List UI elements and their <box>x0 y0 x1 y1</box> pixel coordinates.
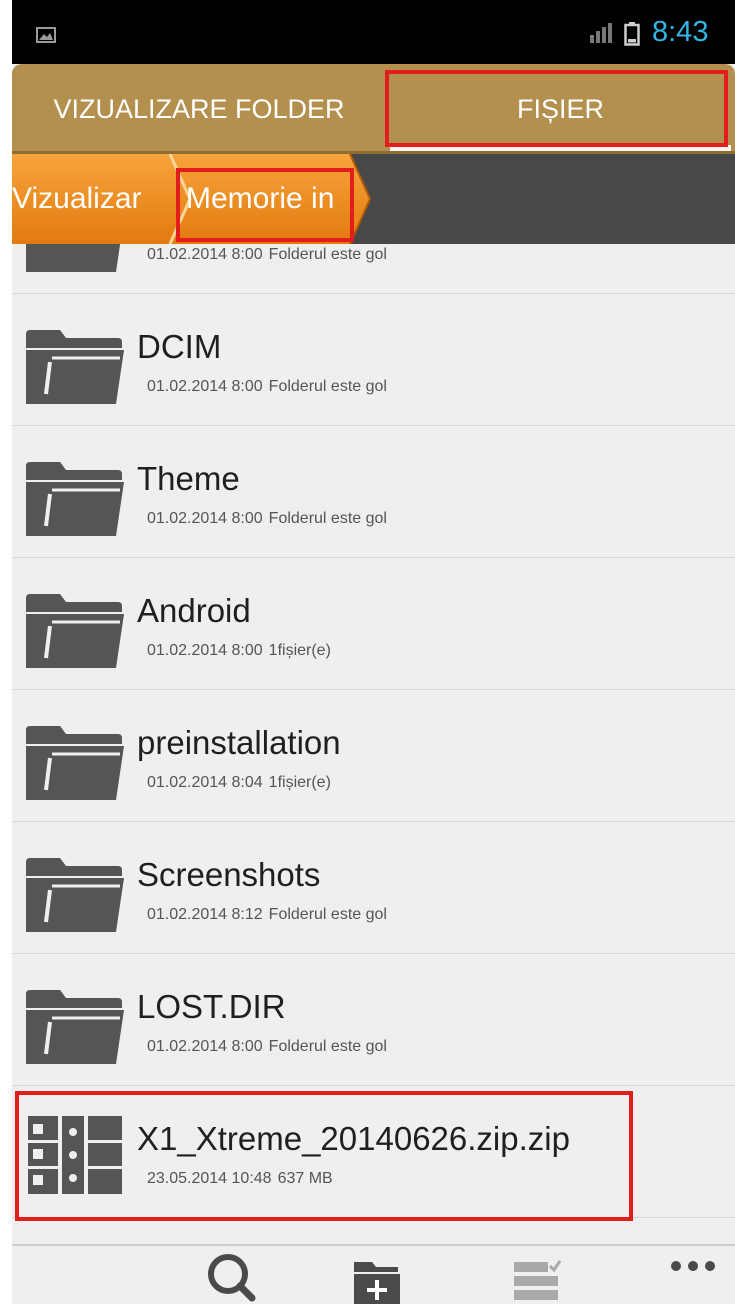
file-date: 01.02.2014 8:12 <box>147 906 263 923</box>
list-item[interactable]: Screenshots 01.02.2014 8:12 Folderul este… <box>12 822 735 954</box>
multi-select-icon[interactable] <box>512 1260 562 1304</box>
file-date: 01.02.2014 8:00 <box>147 510 263 527</box>
folder-icon <box>26 462 124 536</box>
file-date: 23.05.2014 10:48 <box>147 1170 272 1187</box>
file-info: Folderul este gol <box>268 1038 387 1055</box>
file-meta: 01.02.2014 8:00 Folderul este gol <box>147 378 387 396</box>
file-name: DCIM <box>137 328 222 365</box>
phone-screen: 8:43 VIZUALIZARE FOLDER FIȘIER Vizualiza… <box>12 0 735 1304</box>
file-date: 01.02.2014 8:00 <box>147 642 263 659</box>
file-meta: 01.02.2014 8:00 Folderul este gol <box>147 510 387 528</box>
file-info: 1fișier(e) <box>268 642 331 659</box>
file-meta: 01.02.2014 8:00 Folderul este gol <box>147 246 387 264</box>
tab-bar: VIZUALIZARE FOLDER FIȘIER <box>12 64 735 154</box>
folder-icon <box>26 244 121 272</box>
status-clock: 8:43 <box>652 16 709 48</box>
file-info: 1fișier(e) <box>268 774 331 791</box>
list-item[interactable]: 01.02.2014 8:00 Folderul este gol <box>12 244 735 294</box>
list-item[interactable]: Theme 01.02.2014 8:00 Folderul este gol <box>12 426 735 558</box>
search-icon[interactable] <box>202 1252 266 1304</box>
signal-icon <box>590 23 612 43</box>
file-info: Folderul este gol <box>268 510 387 527</box>
file-list[interactable]: 01.02.2014 8:00 Folderul este gol DCIM 01… <box>12 244 735 1244</box>
file-meta: 01.02.2014 8:12 Folderul este gol <box>147 906 387 924</box>
gallery-notification-icon <box>36 27 56 43</box>
file-name: Theme <box>137 460 240 497</box>
file-meta: 01.02.2014 8:00 1fișier(e) <box>147 642 331 660</box>
file-name: X1_Xtreme_20140626.zip.zip <box>137 1120 570 1157</box>
file-info: Folderul este gol <box>268 246 387 263</box>
file-name: Screenshots <box>137 856 321 893</box>
list-item[interactable]: Android 01.02.2014 8:00 1fișier(e) <box>12 558 735 690</box>
file-info: Folderul este gol <box>268 906 387 923</box>
file-info: 637 MB <box>277 1170 333 1187</box>
folder-icon <box>26 858 124 932</box>
file-meta: 01.02.2014 8:00 Folderul este gol <box>147 1038 387 1056</box>
tab-folder-view-label: VIZUALIZARE FOLDER <box>53 93 345 124</box>
new-folder-icon[interactable] <box>352 1260 402 1304</box>
file-date: 01.02.2014 8:04 <box>147 774 263 791</box>
tab-file-label: FIȘIER <box>516 93 604 124</box>
list-item[interactable]: DCIM 01.02.2014 8:00 Folderul este gol <box>12 294 735 426</box>
file-name: preinstallation <box>137 724 341 761</box>
active-tab-indicator <box>390 145 731 151</box>
breadcrumb-item-internal-memory[interactable]: Memorie in <box>186 182 334 216</box>
battery-icon <box>624 22 640 46</box>
file-meta: 23.05.2014 10:48 637 MB <box>147 1170 333 1188</box>
tab-folder-view[interactable]: VIZUALIZARE FOLDER <box>12 64 386 154</box>
breadcrumb: Vizualizar Memorie in <box>12 154 735 244</box>
status-bar: 8:43 <box>12 0 735 64</box>
file-date: 01.02.2014 8:00 <box>147 378 263 395</box>
file-date: 01.02.2014 8:00 <box>147 246 263 263</box>
folder-icon <box>26 726 124 800</box>
more-icon[interactable] <box>668 1254 718 1284</box>
folder-icon <box>26 990 124 1064</box>
file-meta: 01.02.2014 8:04 1fișier(e) <box>147 774 331 792</box>
archive-icon <box>28 1116 122 1194</box>
folder-icon <box>26 594 124 668</box>
list-item[interactable]: X1_Xtreme_20140626.zip.zip 23.05.2014 10… <box>12 1086 735 1218</box>
breadcrumb-item-view[interactable]: Vizualizar <box>12 182 142 216</box>
file-info: Folderul este gol <box>268 378 387 395</box>
file-date: 01.02.2014 8:00 <box>147 1038 263 1055</box>
list-item[interactable]: preinstallation 01.02.2014 8:04 1fișier(e… <box>12 690 735 822</box>
file-name: Android <box>137 592 251 629</box>
file-name: LOST.DIR <box>137 988 286 1025</box>
list-item[interactable]: LOST.DIR 01.02.2014 8:00 Folderul este go… <box>12 954 735 1086</box>
bottom-action-bar <box>12 1244 735 1304</box>
tab-file[interactable]: FIȘIER <box>386 64 735 154</box>
folder-icon <box>26 330 124 404</box>
